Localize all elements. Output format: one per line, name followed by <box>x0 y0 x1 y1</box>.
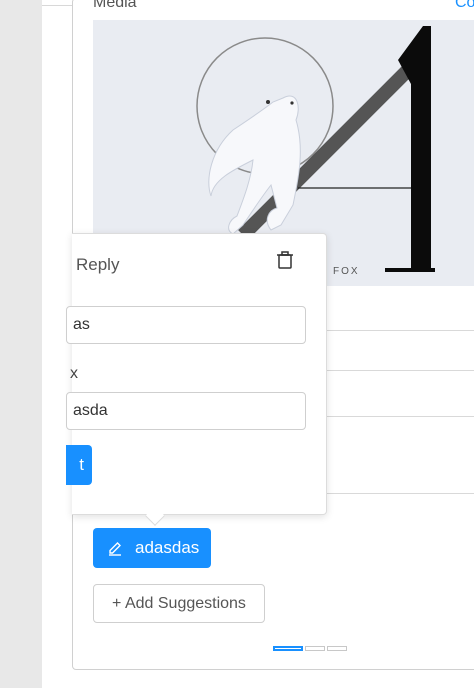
carousel-dot[interactable] <box>273 646 303 651</box>
media-label: Media <box>93 0 137 11</box>
add-suggestions-button[interactable]: + Add Suggestions <box>93 584 265 623</box>
delete-icon[interactable] <box>274 249 296 271</box>
reply-input-2[interactable]: asda <box>66 392 306 430</box>
edit-icon <box>109 542 121 556</box>
suggestion-tag-button[interactable]: adasdas <box>93 528 211 568</box>
reply-title: Reply <box>76 255 120 274</box>
carousel-dot[interactable] <box>305 646 325 651</box>
left-sidebar-strip <box>0 0 42 688</box>
reply-popover: Reply as x asda t <box>66 233 327 515</box>
reply-input-1[interactable]: as <box>66 306 306 344</box>
carousel-dot[interactable] <box>327 646 347 651</box>
suggestion-tag-label: adasdas <box>135 538 200 557</box>
submit-button[interactable]: t <box>66 445 92 485</box>
media-brand-text: FOX <box>333 266 360 277</box>
reply-field-2-label: x <box>70 365 78 382</box>
corner-link[interactable]: Co <box>455 0 474 12</box>
